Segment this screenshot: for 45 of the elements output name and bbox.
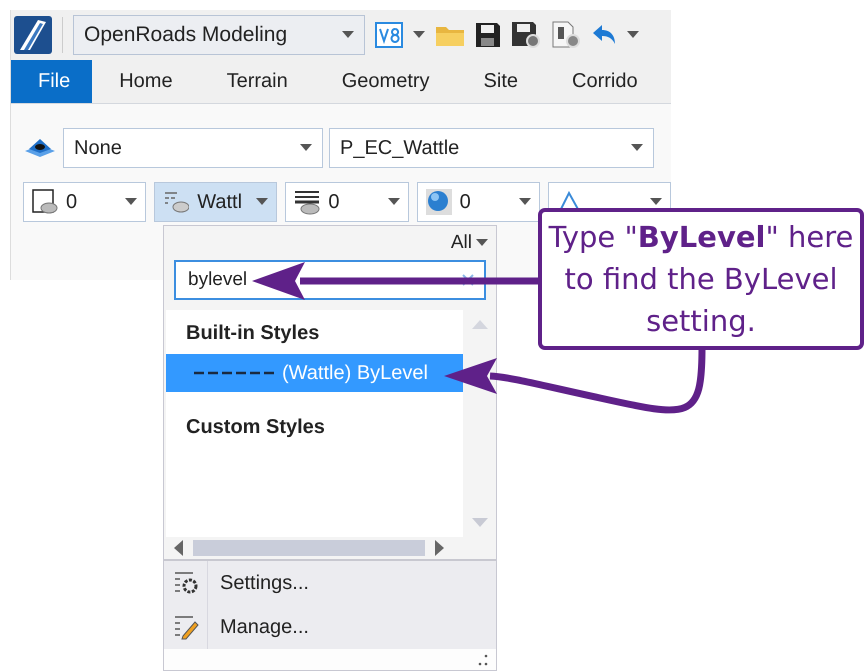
caret-icon (518, 198, 531, 206)
ribbon-tab[interactable]: Home (92, 60, 200, 103)
clear-icon[interactable] (462, 274, 474, 286)
group-header: Custom Styles (185, 415, 326, 440)
caret-icon (388, 198, 400, 206)
callout-tooltip: Type "ByLevel" here to find the ByLevel setting. (538, 208, 864, 350)
save-icon[interactable] (475, 22, 501, 48)
save-settings-icon[interactable] (511, 21, 541, 49)
workflow-dropdown[interactable]: OpenRoads Modeling (73, 15, 365, 55)
scroll-right-icon[interactable] (435, 540, 444, 556)
line-weight-icon (294, 189, 320, 215)
caret-icon (256, 198, 268, 206)
style-dropdown[interactable]: Wattl (154, 182, 278, 222)
globe-icon (426, 189, 452, 215)
group-header: Built-in Styles (185, 321, 320, 346)
ribbon-tab[interactable]: Site (456, 60, 546, 103)
caret-icon (631, 144, 643, 152)
ribbon-tab[interactable]: Geometry (314, 60, 457, 103)
caret-icon (125, 198, 138, 206)
ribbon-tab[interactable]: File (11, 60, 92, 103)
caret-icon (650, 198, 662, 206)
level-dropdown[interactable]: None (63, 128, 323, 168)
template-dropdown[interactable]: P_EC_Wattle (329, 128, 654, 168)
ribbon-tab[interactable]: Corrido (545, 60, 665, 103)
caret-icon (413, 31, 425, 39)
caret-icon (300, 144, 312, 152)
color-dropdown[interactable]: 0 (23, 182, 146, 222)
ribbon-tab[interactable]: Terrain (200, 60, 315, 103)
caret-icon (627, 31, 639, 39)
scrollbar-thumb[interactable] (193, 540, 425, 556)
filter-label[interactable]: All (450, 232, 472, 254)
caret-icon (342, 31, 354, 39)
menu-item[interactable]: Settings... (164, 561, 496, 605)
pencil-icon (172, 614, 198, 640)
caret-icon (476, 239, 488, 247)
app-logo[interactable] (14, 16, 52, 54)
settings-icon (172, 570, 198, 596)
resize-grip-icon[interactable] (478, 654, 488, 666)
undo-icon[interactable] (591, 24, 617, 46)
scroll-left-icon[interactable] (174, 540, 183, 556)
file-settings-icon[interactable] (551, 21, 581, 49)
color-icon (32, 189, 58, 215)
v8-icon[interactable] (375, 22, 403, 48)
transparency-dropdown[interactable]: 0 (416, 182, 540, 222)
weight-dropdown[interactable]: 0 (285, 182, 409, 222)
